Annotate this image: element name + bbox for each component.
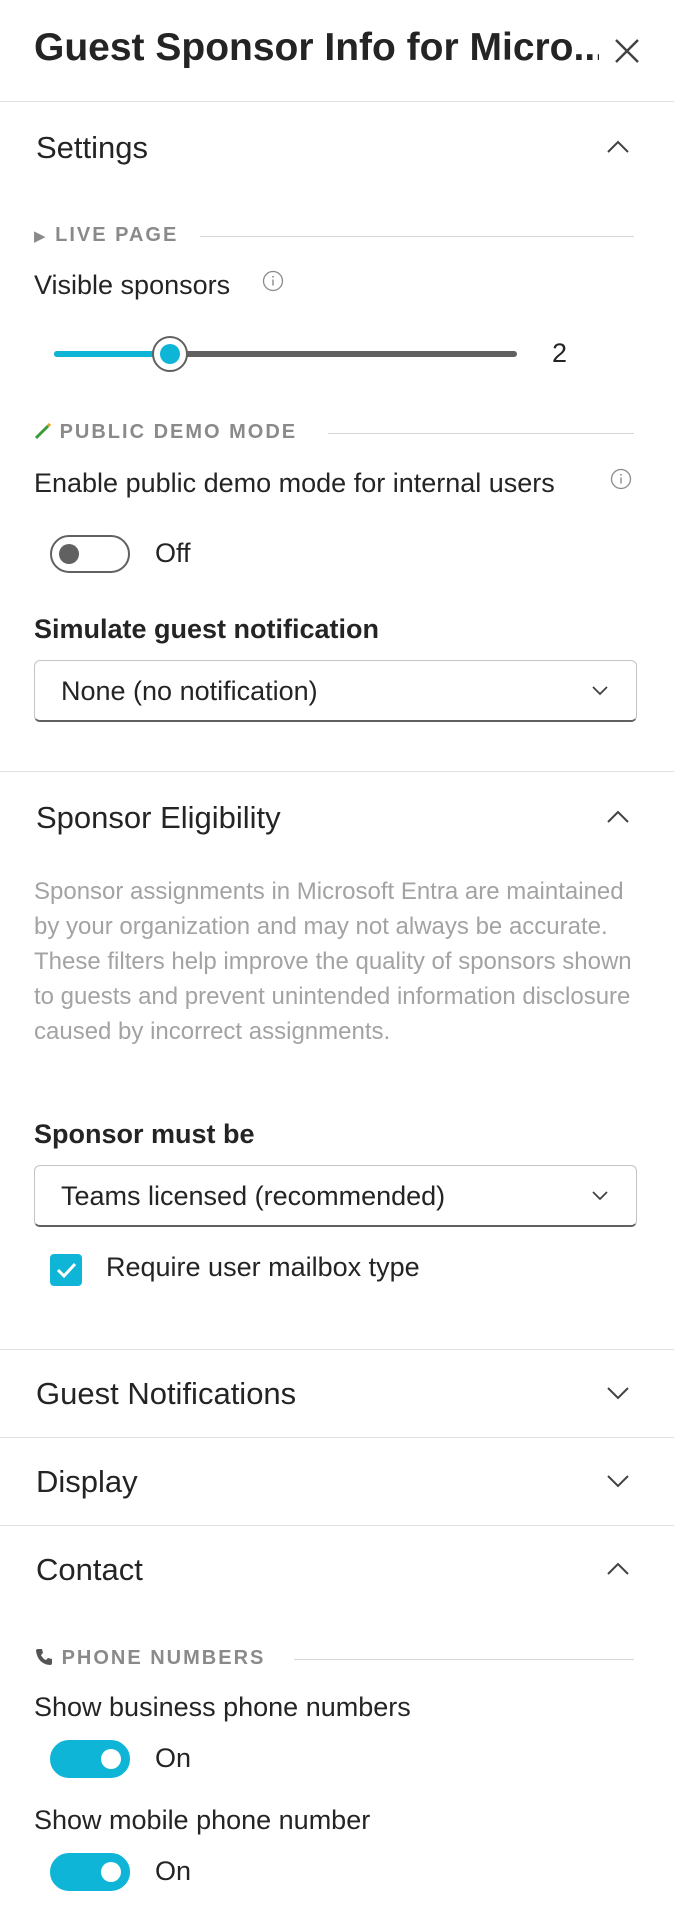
mailbox-type-checkbox[interactable] [50, 1254, 82, 1286]
simulate-notification-dropdown[interactable]: None (no notification) [34, 660, 637, 722]
simulate-notification-value: None (no notification) [61, 676, 318, 706]
visible-sponsors-slider-thumb[interactable] [151, 336, 188, 372]
guest-notifications-section: Guest Notifications [0, 1350, 674, 1438]
phone-icon [34, 1647, 54, 1667]
eligibility-description: Sponsor assignments in Microsoft Entra a… [34, 878, 632, 1045]
simulate-notification-label: Simulate guest notification [34, 614, 380, 644]
chevron-down-icon[interactable] [606, 1386, 630, 1400]
demo-mode-divider: PUBLIC DEMO MODE [34, 421, 634, 445]
close-icon[interactable] [614, 38, 640, 64]
live-page-label: LIVE PAGE [55, 224, 179, 246]
chevron-down-icon [592, 1191, 608, 1201]
panel-title: Guest Sponsor Info for Micro... [34, 26, 599, 69]
sponsor-must-be-value: Teams licensed (recommended) [61, 1181, 446, 1211]
business-phone-toggle-state: On [155, 1743, 192, 1773]
mailbox-type-label: Require user mailbox type [106, 1252, 420, 1282]
guest-notifications-section-title[interactable]: Guest Notifications [36, 1376, 296, 1412]
sponsor-must-be-label: Sponsor must be [34, 1119, 255, 1149]
info-icon[interactable] [610, 468, 632, 490]
chevron-down-icon [592, 686, 608, 696]
sponsor-must-be-dropdown[interactable]: Teams licensed (recommended) [34, 1165, 637, 1227]
chevron-up-icon[interactable] [606, 1562, 630, 1576]
mobile-phone-toggle-state: On [155, 1856, 192, 1886]
display-section: Display [0, 1438, 674, 1526]
chevron-up-icon[interactable] [606, 810, 630, 824]
chevron-up-icon[interactable] [606, 140, 630, 154]
mobile-phone-label: Show mobile phone number [34, 1805, 371, 1835]
panel-header: Guest Sponsor Info for Micro... [0, 0, 674, 102]
business-phone-label: Show business phone numbers [34, 1692, 411, 1722]
live-page-divider: ▶ LIVE PAGE [34, 224, 634, 248]
contact-section-title[interactable]: Contact [36, 1552, 143, 1588]
demo-mode-toggle-state: Off [155, 538, 191, 568]
wand-icon [34, 422, 52, 440]
visible-sponsors-label: Visible sponsors [34, 270, 231, 300]
phone-numbers-divider: PHONE NUMBERS [34, 1647, 634, 1671]
demo-mode-toggle[interactable] [50, 535, 130, 573]
business-phone-toggle[interactable] [50, 1740, 130, 1778]
mobile-phone-toggle[interactable] [50, 1853, 130, 1891]
chevron-down-icon[interactable] [606, 1474, 630, 1488]
checkmark-icon [56, 1262, 77, 1279]
play-icon: ▶ [34, 228, 48, 245]
phone-numbers-label: PHONE NUMBERS [61, 1647, 266, 1669]
demo-mode-label: PUBLIC DEMO MODE [59, 421, 298, 443]
eligibility-section-title[interactable]: Sponsor Eligibility [36, 800, 281, 836]
settings-section-title[interactable]: Settings [36, 130, 148, 166]
enable-demo-label: Enable public demo mode for internal use… [34, 468, 555, 498]
display-section-title[interactable]: Display [36, 1464, 138, 1500]
visible-sponsors-value: 2 [552, 338, 568, 368]
info-icon[interactable] [262, 270, 284, 292]
